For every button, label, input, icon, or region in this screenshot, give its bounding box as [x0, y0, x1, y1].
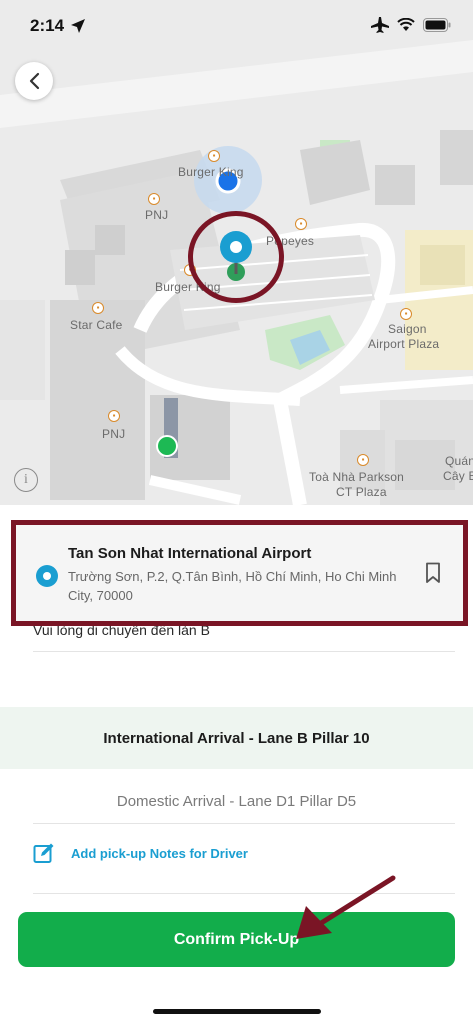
battery-icon [423, 18, 451, 32]
map-label-pnj-2: PNJ [102, 427, 126, 441]
map-label-airport-plaza: Airport Plaza [368, 337, 440, 351]
location-title: Tan Son Nhat International Airport [68, 545, 312, 562]
divider [33, 651, 455, 652]
add-notes-button[interactable]: Add pick-up Notes for Driver [33, 842, 248, 864]
status-bar: 2:14 [0, 0, 473, 54]
map-label-star-cafe: Star Cafe [70, 318, 123, 332]
chevron-left-icon [29, 72, 40, 90]
map-label-quan: Quán [445, 454, 473, 468]
selected-location-card[interactable]: Tan Son Nhat International Airport Trườn… [11, 520, 468, 626]
wifi-icon [397, 18, 415, 31]
shop-poi-icon [108, 410, 120, 422]
divider [33, 823, 455, 824]
annotation-circle [188, 211, 284, 303]
location-pin-icon [36, 565, 58, 587]
shop-poi-icon [400, 308, 412, 320]
shop-poi-icon [148, 193, 160, 205]
map-label-ct-plaza: CT Plaza [336, 485, 387, 499]
airplane-icon [371, 17, 389, 33]
fastfood-poi-icon [295, 218, 307, 230]
map-label-cay-bu: Cây Bu [443, 469, 473, 483]
map-label-saigon: Saigon [388, 322, 427, 336]
edit-note-icon [33, 843, 54, 863]
bookmark-icon[interactable] [425, 562, 441, 584]
add-notes-label: Add pick-up Notes for Driver [71, 845, 248, 861]
status-indicators [371, 17, 451, 33]
map-label-pnj: PNJ [145, 208, 169, 222]
back-button[interactable] [15, 62, 53, 100]
divider [33, 893, 455, 894]
map-label-parkson: Toà Nhà Parkson [309, 470, 405, 484]
status-time: 2:14 [30, 16, 65, 35]
shop-poi-icon [357, 454, 369, 466]
confirm-pickup-button[interactable]: Confirm Pick-Up [18, 912, 455, 967]
location-address: Trường Sơn, P.2, Q.Tân Bình, Hồ Chí Minh… [68, 569, 397, 603]
home-indicator [153, 1009, 321, 1014]
restaurant-poi-icon [92, 302, 104, 314]
location-arrow-icon [71, 19, 85, 33]
map-info-button[interactable]: i [14, 468, 38, 492]
fastfood-poi-icon [208, 150, 220, 162]
pickup-option-selected[interactable]: International Arrival - Lane B Pillar 10 [0, 707, 473, 769]
map-label-burger-king: Burger King [178, 165, 244, 179]
